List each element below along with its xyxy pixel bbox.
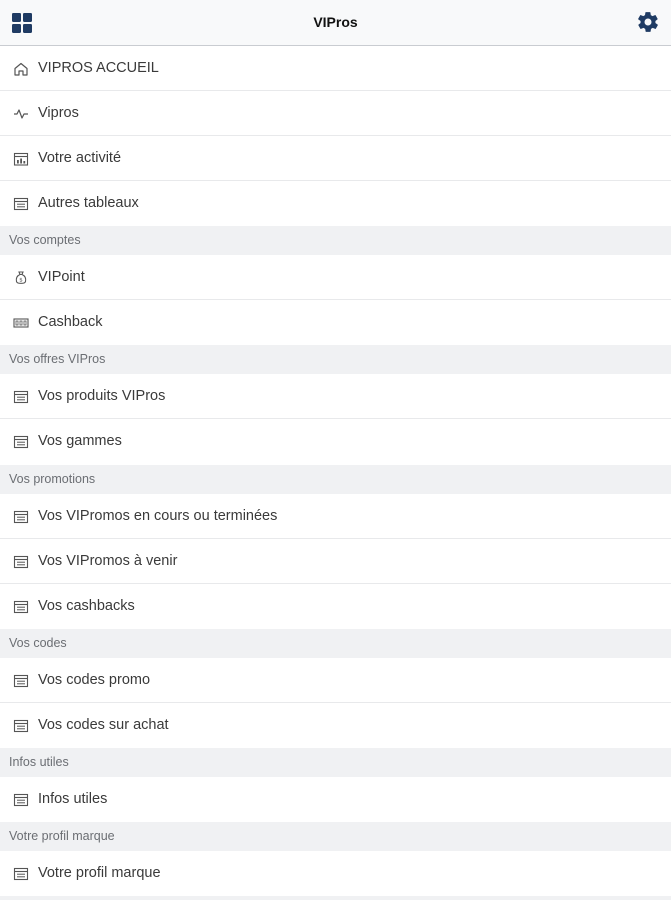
table-icon	[13, 793, 29, 807]
section-title: Votre profil marque	[9, 829, 115, 843]
menu-item-codes-achat[interactable]: Vos codes sur achat	[0, 703, 671, 748]
menu-item-label: VIPROS ACCUEIL	[38, 60, 159, 76]
menu-item-label: Vos produits VIPros	[38, 388, 166, 404]
menu-item-activite[interactable]: Votre activité	[0, 136, 671, 181]
section-header-offres: Vos offres VIPros	[0, 345, 671, 374]
section-header-codes: Vos codes	[0, 629, 671, 658]
table-icon	[13, 197, 29, 211]
table-icon	[13, 719, 29, 733]
menu-item-profil-marque[interactable]: Votre profil marque	[0, 851, 671, 896]
menu-item-label: Vos VIPromos en cours ou terminées	[38, 508, 278, 524]
money-bag-icon: $	[15, 271, 27, 284]
menu-item-label: Autres tableaux	[38, 195, 139, 211]
menu-item-cashbacks[interactable]: Vos cashbacks	[0, 584, 671, 629]
table-icon	[13, 674, 29, 688]
table-icon	[13, 435, 29, 449]
cash-icon	[13, 318, 29, 328]
gear-icon[interactable]	[636, 10, 660, 34]
page-title: VIPros	[313, 14, 358, 30]
menu-item-vipros[interactable]: Vipros	[0, 91, 671, 136]
menu-item-label: Vos cashbacks	[38, 598, 135, 614]
section-title: Infos utiles	[9, 755, 69, 769]
menu-item-produits[interactable]: Vos produits VIPros	[0, 374, 671, 419]
menu-item-codes-promo[interactable]: Vos codes promo	[0, 658, 671, 703]
top-app-bar: VIPros	[0, 0, 671, 46]
table-icon	[13, 600, 29, 614]
svg-text:$: $	[19, 278, 23, 284]
section-header-infos: Infos utiles	[0, 748, 671, 777]
menu-item-label: Infos utiles	[38, 791, 108, 807]
table-icon	[13, 555, 29, 569]
menu-item-label: Votre profil marque	[38, 865, 161, 881]
section-header-promotions: Vos promotions	[0, 465, 671, 494]
menu-item-cashback[interactable]: Cashback	[0, 300, 671, 345]
menu-item-label: VIPoint	[38, 269, 85, 285]
menu-item-vipoint[interactable]: $ VIPoint	[0, 255, 671, 300]
menu-item-label: Cashback	[38, 314, 103, 330]
menu-item-label: Vos VIPromos à venir	[38, 553, 178, 569]
table-icon	[13, 510, 29, 524]
menu-item-accueil[interactable]: VIPROS ACCUEIL	[0, 46, 671, 91]
activity-pulse-icon	[14, 109, 28, 119]
section-title: Vos promotions	[9, 472, 96, 486]
section-header-profil: Votre profil marque	[0, 822, 671, 851]
section-title: Vos comptes	[9, 233, 81, 247]
menu-item-gammes[interactable]: Vos gammes	[0, 419, 671, 465]
section-header-comptes: Vos comptes	[0, 226, 671, 255]
menu-item-label: Vos codes promo	[38, 672, 151, 688]
menu-item-label: Votre activité	[38, 150, 122, 166]
menu-item-vipromos-cours[interactable]: Vos VIPromos en cours ou terminées	[0, 494, 671, 539]
calendar-chart-icon	[13, 152, 29, 166]
menu-item-infos-utiles[interactable]: Infos utiles	[0, 777, 671, 822]
table-icon	[13, 390, 29, 404]
menu-item-vipromos-venir[interactable]: Vos VIPromos à venir	[0, 539, 671, 584]
section-title: Vos codes	[9, 636, 67, 650]
menu-item-autres-tableaux[interactable]: Autres tableaux	[0, 181, 671, 226]
table-icon	[13, 867, 29, 881]
menu-item-label: Vipros	[38, 105, 79, 121]
menu-item-label: Vos codes sur achat	[38, 717, 169, 733]
menu-item-label: Vos gammes	[38, 433, 122, 449]
home-icon	[14, 62, 28, 76]
section-title: Vos offres VIPros	[9, 352, 106, 366]
